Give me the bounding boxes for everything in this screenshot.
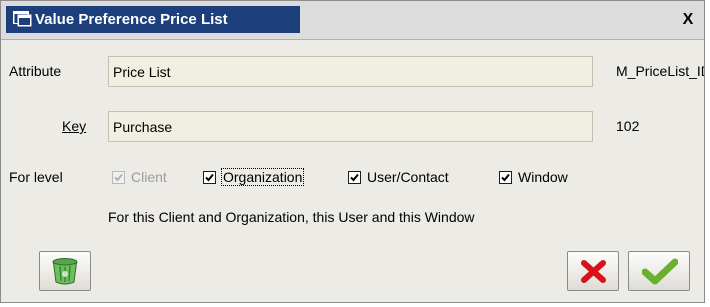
title-bar: Value Preference Price List X	[1, 1, 704, 40]
client-checkbox: Client	[112, 167, 167, 187]
user-contact-check-icon[interactable]	[348, 170, 361, 184]
attribute-column-name: M_PriceList_ID	[616, 63, 705, 79]
ok-button[interactable]	[628, 251, 690, 291]
for-level-label: For level	[9, 169, 63, 185]
attribute-label: Attribute	[9, 63, 62, 79]
client-check-icon	[112, 170, 125, 184]
window-checkbox[interactable]: Window	[499, 167, 568, 187]
attribute-field[interactable]: Price List	[108, 56, 593, 87]
window-title: Value Preference Price List	[35, 11, 228, 28]
user-contact-checkbox-label[interactable]: User/Contact	[367, 169, 449, 185]
organization-check-icon[interactable]	[203, 170, 216, 184]
preference-description: For this Client and Organization, this U…	[108, 209, 475, 225]
recycle-bin-icon	[50, 256, 80, 291]
green-check-icon	[641, 258, 679, 291]
key-label: Key	[62, 118, 87, 134]
key-id: 102	[616, 118, 640, 134]
value-preference-dialog: Value Preference Price List X Attribute …	[0, 0, 705, 303]
cancel-button[interactable]	[567, 251, 619, 291]
red-x-icon	[580, 259, 607, 289]
window-checkbox-label[interactable]: Window	[518, 169, 568, 185]
window-icon	[13, 11, 32, 27]
organization-checkbox[interactable]: Organization	[203, 167, 305, 187]
key-field[interactable]: Purchase	[108, 111, 593, 142]
window-check-icon[interactable]	[499, 170, 512, 184]
organization-checkbox-label[interactable]: Organization	[220, 168, 305, 186]
user-contact-checkbox[interactable]: User/Contact	[348, 167, 449, 187]
close-button[interactable]: X	[676, 9, 700, 31]
delete-button[interactable]	[39, 251, 91, 291]
client-checkbox-label: Client	[131, 169, 167, 185]
